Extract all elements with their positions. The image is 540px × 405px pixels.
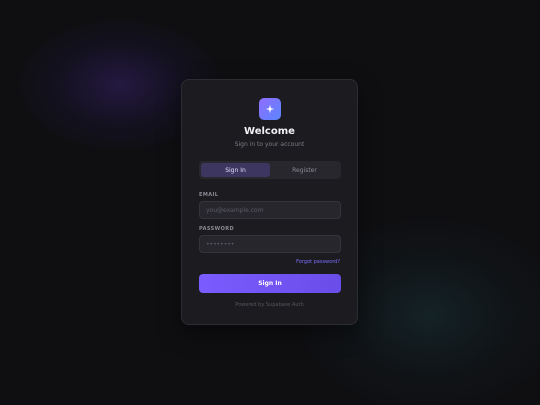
page-title: Welcome xyxy=(244,126,295,137)
email-label: EMAIL xyxy=(199,192,219,198)
password-label: PASSWORD xyxy=(199,226,235,232)
sparkle-icon xyxy=(265,104,275,114)
email-field[interactable]: you@example.com xyxy=(199,201,341,219)
tab-sign-in[interactable]: Sign In xyxy=(201,163,270,177)
tab-register[interactable]: Register xyxy=(270,163,339,177)
password-placeholder: •••••••• xyxy=(206,240,235,248)
password-field[interactable]: •••••••• xyxy=(199,235,341,253)
logo xyxy=(259,98,281,120)
login-card: Welcome Sign in to your account Sign In … xyxy=(181,79,358,325)
forgot-password-link[interactable]: Forgot password? xyxy=(296,259,340,265)
email-placeholder: you@example.com xyxy=(206,206,264,214)
footer-text: Powered by Supabase Auth xyxy=(235,302,304,308)
auth-tabs: Sign In Register xyxy=(199,161,341,179)
page-subtitle: Sign in to your account xyxy=(234,141,305,148)
sign-in-button[interactable]: Sign In xyxy=(199,274,341,293)
